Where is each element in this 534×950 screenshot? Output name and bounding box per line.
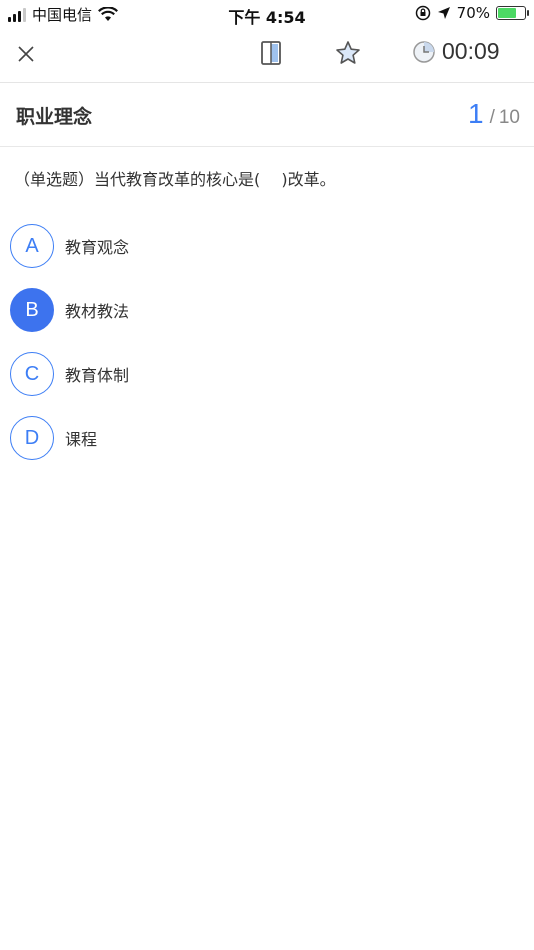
option-letter: A <box>10 224 54 268</box>
timer: 00:09 <box>412 38 500 65</box>
option-a[interactable]: A 教育观念 <box>10 214 520 278</box>
progress-total: 10 <box>498 107 520 128</box>
option-text: 教材教法 <box>65 302 130 321</box>
option-text: 教育体制 <box>65 366 130 385</box>
rotation-lock-icon <box>415 5 430 21</box>
option-letter: C <box>10 352 54 396</box>
battery-level <box>498 8 517 18</box>
status-bar: 中国电信 下午 4:54 70% <box>0 0 534 28</box>
section-header: 职业理念 1 / 10 <box>0 84 534 147</box>
star-icon[interactable] <box>334 39 362 67</box>
status-right: 70% <box>415 4 529 22</box>
battery-icon <box>496 6 529 20</box>
option-c[interactable]: C 教育体制 <box>10 342 520 406</box>
location-icon <box>437 7 450 19</box>
answer-card-icon[interactable] <box>260 40 282 66</box>
option-list: A 教育观念 B 教材教法 C 教育体制 D 课程 <box>10 214 520 470</box>
close-icon[interactable] <box>14 42 38 66</box>
option-b[interactable]: B 教材教法 <box>10 278 520 342</box>
progress-current: 1 <box>468 98 484 129</box>
question-progress: 1 / 10 <box>468 98 520 130</box>
progress-separator: / <box>489 107 495 128</box>
question-text: （单选题）当代教育改革的核心是( )改革。 <box>14 170 336 189</box>
option-letter: B <box>10 288 54 332</box>
clock-icon <box>413 40 435 63</box>
battery-percent: 70% <box>456 4 490 22</box>
option-text: 课程 <box>65 430 98 449</box>
option-d[interactable]: D 课程 <box>10 406 520 470</box>
nav-bar: 00:09 <box>0 28 534 83</box>
timer-text: 00:09 <box>442 38 500 64</box>
option-letter: D <box>10 416 54 460</box>
option-text: 教育观念 <box>65 238 130 257</box>
section-title: 职业理念 <box>16 106 93 128</box>
